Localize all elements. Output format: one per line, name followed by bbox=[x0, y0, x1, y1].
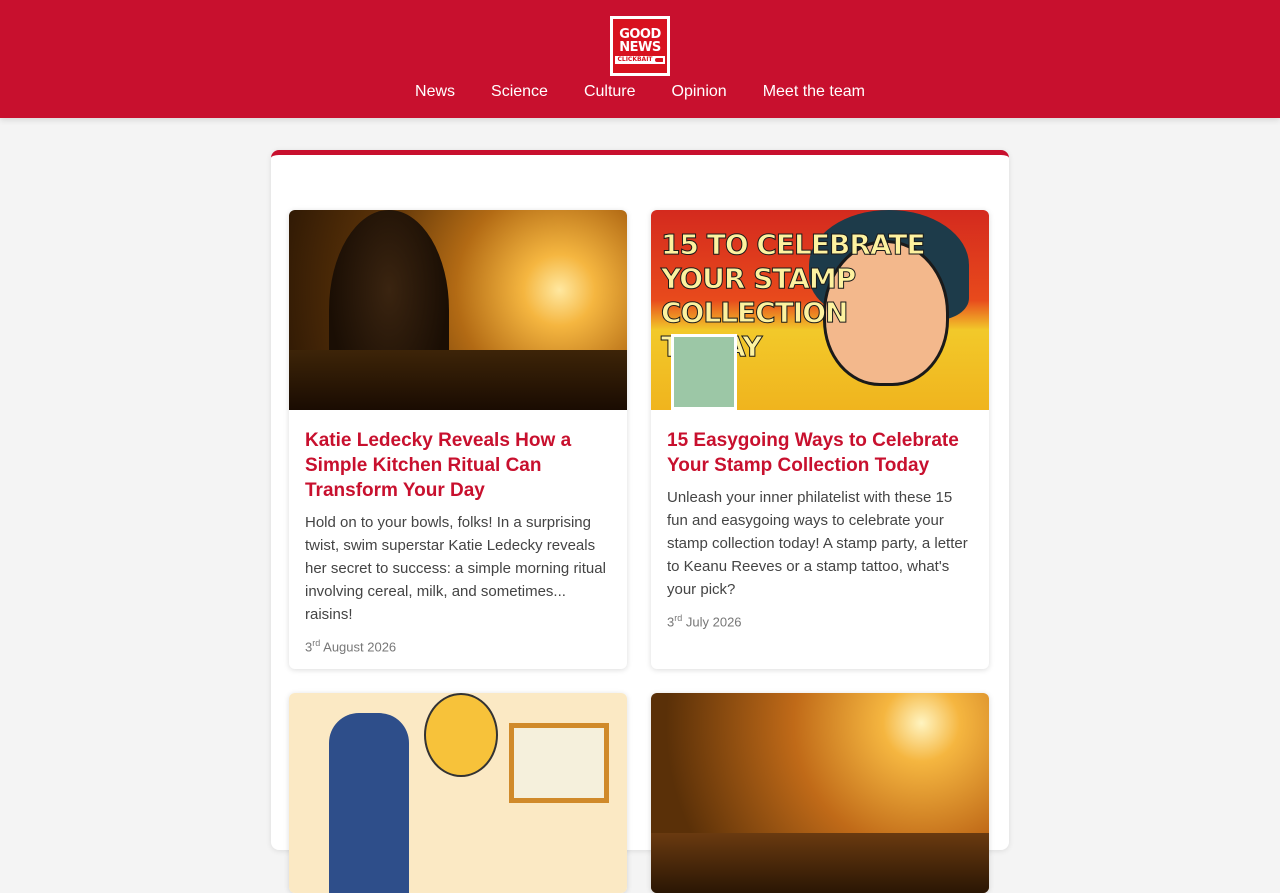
date-rest: July 2026 bbox=[685, 614, 742, 630]
date-rest: August 2026 bbox=[323, 639, 397, 655]
nav-item-opinion[interactable]: Opinion bbox=[672, 80, 727, 104]
article-body: 15 Easygoing Ways to Celebrate Your Stam… bbox=[651, 410, 989, 647]
frame-illustration bbox=[509, 723, 609, 803]
article-card[interactable]: 15 TO CELEBRATE YOUR STAMP COLLECTION TO… bbox=[651, 210, 989, 669]
lightbulb-illustration bbox=[424, 693, 498, 777]
article-card[interactable] bbox=[651, 693, 989, 893]
nav-item-meet-the-team[interactable]: Meet the team bbox=[763, 80, 865, 104]
article-card[interactable] bbox=[289, 693, 627, 893]
article-image-sunset-group[interactable] bbox=[651, 693, 989, 893]
nav-item-news[interactable]: News bbox=[415, 80, 455, 104]
hills bbox=[289, 350, 627, 410]
logo-tag-text: CLICKBAIT bbox=[617, 56, 653, 63]
article-summary: Hold on to your bowls, folks! In a surpr… bbox=[305, 514, 606, 623]
group-silhouette bbox=[651, 833, 989, 893]
logo-badge: GOOD NEWS CLICKBAIT bbox=[613, 19, 667, 73]
date-suffix: rd bbox=[674, 613, 683, 623]
nav-item-science[interactable]: Science bbox=[491, 80, 548, 104]
article-date: 3rd July 2026 bbox=[667, 609, 973, 631]
main-nav: News Science Culture Opinion Meet the te… bbox=[0, 80, 1280, 104]
article-image-popart[interactable]: 15 TO CELEBRATE YOUR STAMP COLLECTION TO… bbox=[651, 210, 989, 410]
article-card[interactable]: Katie Ledecky Reveals How a Simple Kitch… bbox=[289, 210, 627, 669]
logo-tag: CLICKBAIT bbox=[615, 56, 665, 64]
article-title[interactable]: 15 Easygoing Ways to Celebrate Your Stam… bbox=[667, 428, 973, 478]
date-suffix: rd bbox=[312, 638, 321, 648]
article-title[interactable]: Katie Ledecky Reveals How a Simple Kitch… bbox=[305, 428, 611, 503]
article-feed: Katie Ledecky Reveals How a Simple Kitch… bbox=[271, 150, 1009, 893]
site-header: GOOD NEWS CLICKBAIT News Science Culture… bbox=[0, 0, 1280, 118]
article-summary: Unleash your inner philatelist with thes… bbox=[667, 489, 968, 598]
article-image-sunset-woman[interactable] bbox=[289, 210, 627, 410]
logo-line-2: NEWS bbox=[619, 40, 661, 55]
nav-item-culture[interactable]: Culture bbox=[584, 80, 636, 104]
popart-stamp bbox=[671, 334, 737, 410]
article-image-illustration[interactable] bbox=[289, 693, 627, 893]
article-body: Katie Ledecky Reveals How a Simple Kitch… bbox=[289, 410, 627, 669]
site-logo[interactable]: GOOD NEWS CLICKBAIT bbox=[610, 16, 670, 76]
person-illustration bbox=[329, 713, 409, 893]
fish-icon bbox=[654, 58, 663, 62]
article-date: 3rd August 2026 bbox=[305, 634, 611, 656]
